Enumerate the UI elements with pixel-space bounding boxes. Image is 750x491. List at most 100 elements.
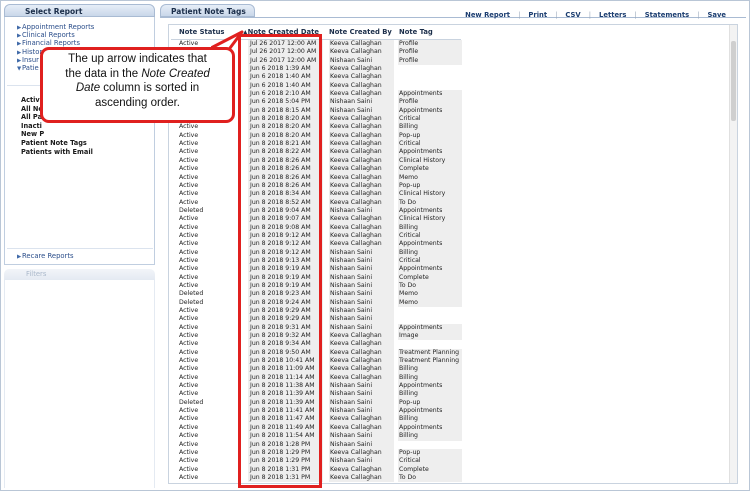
cell-note-status: Active [179, 123, 199, 131]
cell-note-status: Active [179, 357, 199, 365]
callout-line-2: the data in the Note Created [47, 67, 228, 82]
action-save-link[interactable]: Save [699, 11, 734, 19]
cell-note-tag: Profile [398, 56, 462, 66]
cell-note-status: Active [179, 240, 199, 248]
cell-note-created-by: Keeva Callaghan [329, 348, 394, 358]
cell-note-status: Active [179, 140, 199, 148]
cell-note-status: Deleted [179, 206, 204, 214]
cell-note-tag: Pop-up [398, 398, 462, 408]
cell-note-created-by: Keeva Callaghan [329, 173, 394, 182]
callout-emphasis: Note Created [141, 67, 210, 80]
cell-note-created-by: Nishaan Saini [329, 382, 394, 391]
cell-note-tag: Appointments [398, 423, 462, 433]
cell-note-status: Active [179, 131, 199, 139]
callout-text: the data in the [65, 67, 142, 80]
cell-note-status: Deleted [179, 290, 204, 298]
cell-note-created-by: Nishaan Saini [329, 323, 394, 333]
report-tab[interactable]: Patient Note Tags [160, 4, 255, 17]
report-category-item[interactable]: ▶Appointment Reports [17, 23, 94, 31]
cell-note-created-by: Keeva Callaghan [329, 131, 394, 141]
cell-note-tag: Pop-up [398, 448, 462, 458]
cell-note-tag: Appointments [398, 240, 462, 249]
cell-note-status: Active [179, 473, 199, 481]
annotation-callout: The up arrow indicates that the data in … [40, 47, 235, 123]
cell-note-tag: Clinical History [398, 215, 462, 224]
cell-note-status: Active [179, 173, 199, 181]
action-statements-link[interactable]: Statements [637, 11, 697, 19]
cell-note-status: Active [179, 307, 199, 314]
cell-note-status: Active [179, 332, 199, 340]
cell-note-created-by: Nishaan Saini [329, 56, 394, 66]
cell-note-created-by: Keeva Callaghan [329, 115, 394, 124]
select-report-header: Select Report [4, 4, 155, 17]
cell-note-tag: Critical [398, 256, 462, 266]
cell-note-status: Deleted [179, 398, 204, 406]
cell-note-tag: Memo [398, 173, 462, 182]
action-new-report-link[interactable]: New Report [457, 11, 518, 19]
report-category-item[interactable]: ▶Clinical Reports [17, 31, 94, 39]
filters-body [4, 280, 155, 488]
cell-note-tag: Critical [398, 140, 462, 149]
report-actions: New Report | Print | CSV | Letters | Statements |… [457, 11, 734, 19]
cell-note-tag: Image [398, 332, 462, 341]
cell-note-created-by: Nishaan Saini [329, 307, 394, 316]
callout-emphasis: Date [75, 82, 101, 94]
cell-note-created-by: Keeva Callaghan [329, 373, 394, 383]
cell-note-created-by: Keeva Callaghan [329, 65, 394, 74]
cell-note-created-by: Keeva Callaghan [329, 165, 394, 174]
cell-note-status: Active [179, 407, 199, 415]
cell-note-tag: Treatment Planning [398, 357, 462, 366]
action-letters-link[interactable]: Letters [591, 11, 634, 19]
scrollbar-thumb[interactable] [731, 41, 736, 121]
cell-note-tag: Appointments [398, 407, 462, 416]
cell-note-tag: Billing [398, 415, 462, 424]
cell-note-status: Active [179, 448, 199, 456]
vertical-scrollbar[interactable] [729, 25, 737, 483]
recare-reports-label: Recare Reports [22, 252, 74, 260]
cell-note-status: Active [179, 190, 199, 198]
filters-header[interactable]: Filters [4, 269, 155, 280]
divider [7, 248, 153, 249]
cell-note-tag: To Do [398, 473, 462, 483]
recare-reports-link[interactable]: ▶Recare Reports [17, 252, 74, 260]
cell-note-tag: Profile [398, 48, 462, 57]
cell-note-status: Active [179, 457, 199, 465]
cell-note-status: Active [179, 390, 199, 398]
cell-note-tag: Memo [398, 298, 462, 307]
action-csv-link[interactable]: CSV [557, 11, 588, 19]
cell-note-status: Active [179, 323, 199, 331]
cell-note-created-by: Keeva Callaghan [329, 81, 394, 91]
cell-note-tag: Memo [398, 290, 462, 299]
action-print-link[interactable]: Print [520, 11, 555, 19]
report-category-label: Patie [22, 63, 39, 72]
cell-note-status: Active [179, 373, 199, 381]
cell-note-status: Active [179, 156, 199, 164]
cell-note-created-by: Keeva Callaghan [329, 181, 394, 191]
cell-note-status: Active [179, 340, 199, 348]
cell-note-created-by: Keeva Callaghan [329, 223, 394, 232]
cell-note-created-by: Keeva Callaghan [329, 448, 394, 458]
patient-report-item[interactable]: New P [21, 130, 93, 139]
cell-note-created-by: Nishaan Saini [329, 457, 394, 466]
cell-note-created-by: Nishaan Saini [329, 206, 394, 216]
patient-report-item[interactable]: Patient Note Tags [21, 139, 93, 148]
cell-note-created-by: Keeva Callaghan [329, 156, 394, 166]
cell-note-status: Active [179, 365, 199, 373]
cell-note-tag: Appointments [398, 265, 462, 274]
patient-report-item[interactable]: Inacti [21, 122, 93, 131]
cell-note-status: Active [179, 465, 199, 473]
cell-note-tag: To Do [398, 198, 462, 207]
report-category-label: Insur [22, 55, 39, 64]
col-note-created-by[interactable]: Note Created By [329, 28, 392, 36]
cell-note-tag: Profile [398, 40, 462, 49]
cell-note-created-by: Keeva Callaghan [329, 465, 394, 474]
cell-note-created-by: Keeva Callaghan [329, 190, 394, 199]
callout-text: column is sorted in [100, 82, 200, 94]
patient-report-item[interactable]: Patients with Email [21, 148, 93, 157]
cell-note-status: Active [179, 315, 199, 323]
cell-note-created-by: Keeva Callaghan [329, 473, 394, 483]
cell-note-tag: To Do [398, 281, 462, 291]
cell-note-created-by: Nishaan Saini [329, 248, 394, 257]
cell-note-tag: Critical [398, 115, 462, 124]
col-note-tag[interactable]: Note Tag [399, 28, 433, 36]
